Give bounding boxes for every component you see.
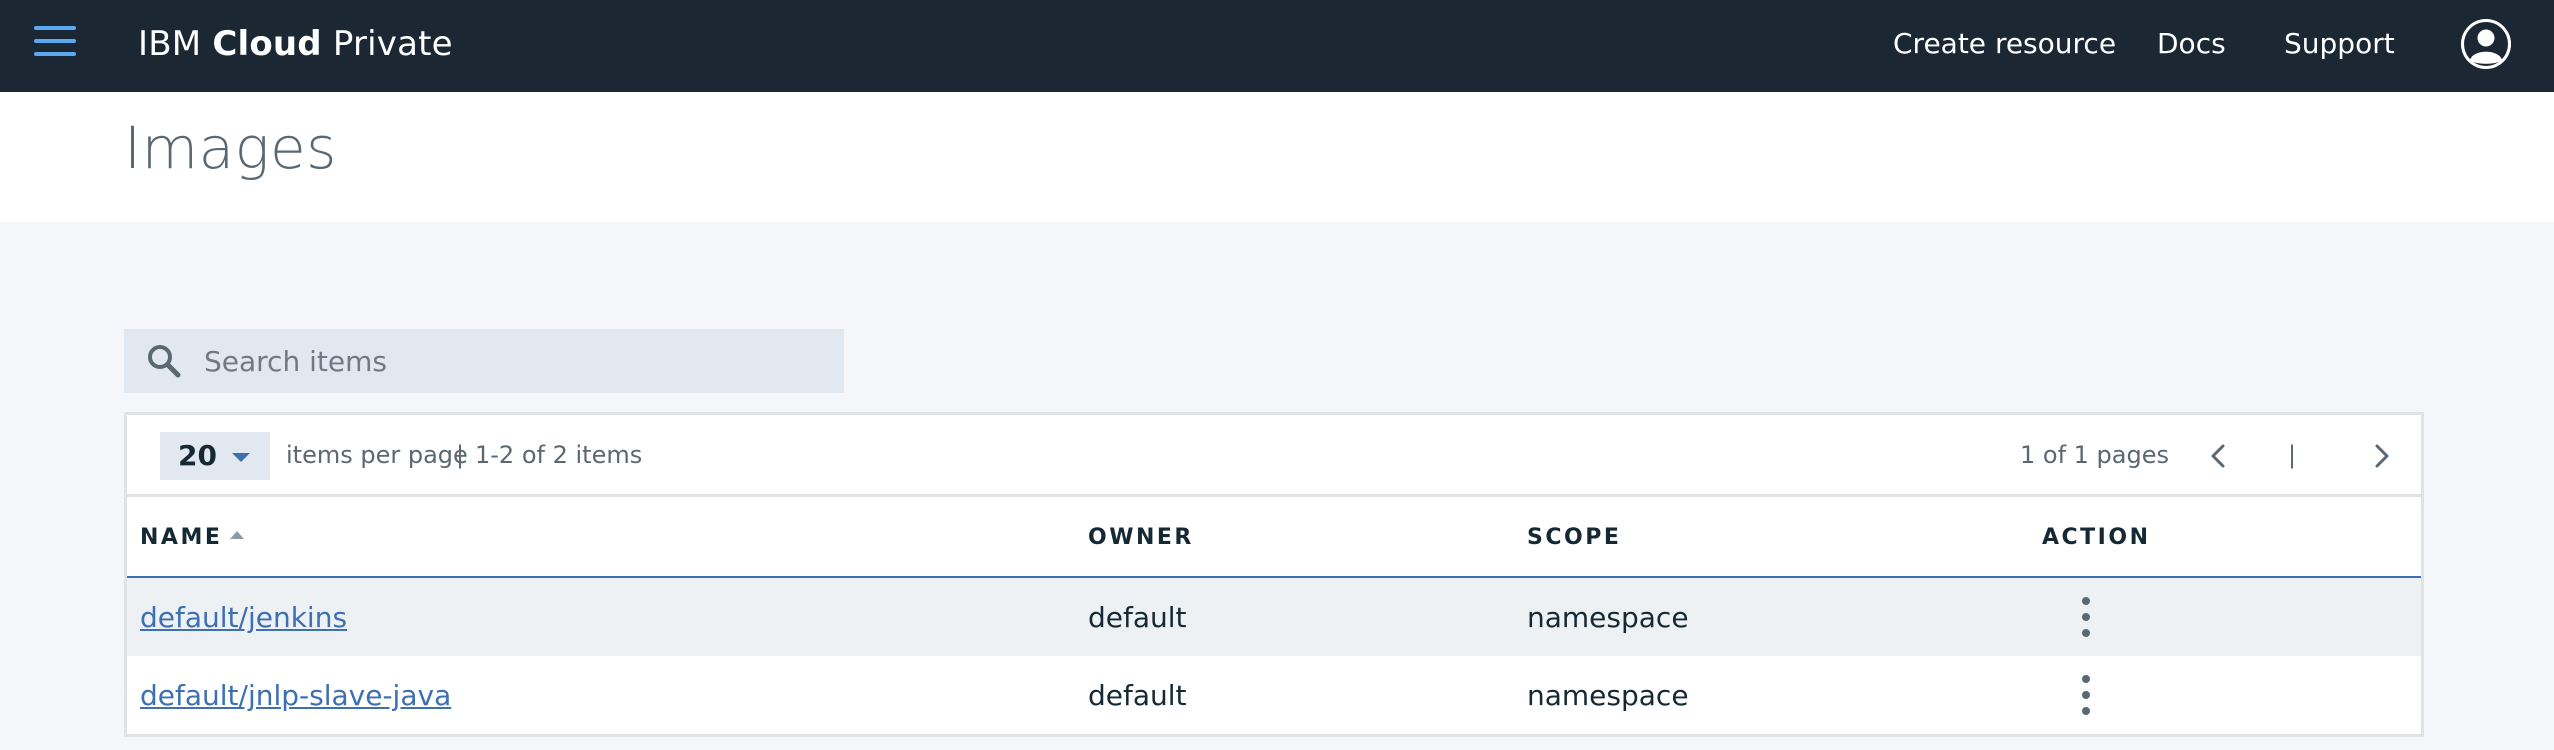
search-input[interactable]	[204, 329, 824, 393]
page-count-label: 1 of 1 pages	[2020, 441, 2170, 469]
table-row: default/jenkins default namespace	[127, 578, 2421, 656]
caret-down-icon	[232, 453, 250, 462]
create-resource-link[interactable]: Create resource	[1893, 24, 2116, 64]
owner-cell: default	[1088, 679, 1187, 712]
column-header-name[interactable]: NAME	[140, 523, 245, 553]
top-navigation-bar: IBM Cloud Private Create resource Docs S…	[0, 0, 2554, 92]
brand-prefix: IBM	[138, 24, 202, 64]
menu-line	[34, 39, 76, 43]
brand-bold: Cloud	[212, 24, 322, 64]
image-name-link[interactable]: default/jenkins	[140, 600, 347, 636]
item-range-label: 1-2 of 2 items	[475, 441, 643, 469]
page-size-select[interactable]: 20	[160, 432, 270, 480]
pagination-bar: 20 items per page | 1-2 of 2 items 1 of …	[127, 415, 2421, 497]
overflow-menu-icon[interactable]	[2072, 671, 2100, 719]
column-header-scope: SCOPE	[1527, 525, 1622, 550]
scope-cell: namespace	[1527, 679, 1689, 712]
page-size-value: 20	[178, 439, 217, 472]
image-name-link[interactable]: default/jnlp-slave-java	[140, 678, 451, 714]
chevron-right-icon[interactable]	[2359, 434, 2403, 478]
menu-line	[34, 26, 76, 30]
items-per-page-label: items per page	[286, 441, 468, 469]
scope-cell: namespace	[1527, 601, 1689, 634]
page-title: Images	[124, 114, 337, 182]
docs-link[interactable]: Docs	[2157, 24, 2226, 64]
sort-ascending-icon	[230, 531, 245, 539]
images-table: 20 items per page | 1-2 of 2 items 1 of …	[124, 412, 2424, 737]
hamburger-menu-icon[interactable]	[34, 24, 76, 60]
user-avatar-icon[interactable]	[2461, 19, 2511, 69]
column-header-name-label: NAME	[140, 525, 223, 550]
brand-suffix: Private	[332, 24, 453, 64]
product-brand[interactable]: IBM Cloud Private	[138, 22, 453, 66]
page-divider: |	[2288, 441, 2297, 469]
column-header-action: ACTION	[2042, 525, 2151, 550]
table-header: NAME OWNER SCOPE ACTION	[127, 497, 2421, 578]
chevron-left-icon[interactable]	[2197, 434, 2241, 478]
search-icon	[146, 343, 182, 379]
menu-line	[34, 52, 76, 56]
search-box[interactable]	[124, 329, 844, 393]
support-link[interactable]: Support	[2284, 24, 2395, 64]
overflow-menu-icon[interactable]	[2072, 593, 2100, 641]
page-header: Images	[0, 92, 2554, 222]
table-row: default/jnlp-slave-java default namespac…	[127, 656, 2421, 734]
pagination-separator: |	[456, 441, 465, 469]
owner-cell: default	[1088, 601, 1187, 634]
column-header-owner: OWNER	[1088, 525, 1194, 550]
